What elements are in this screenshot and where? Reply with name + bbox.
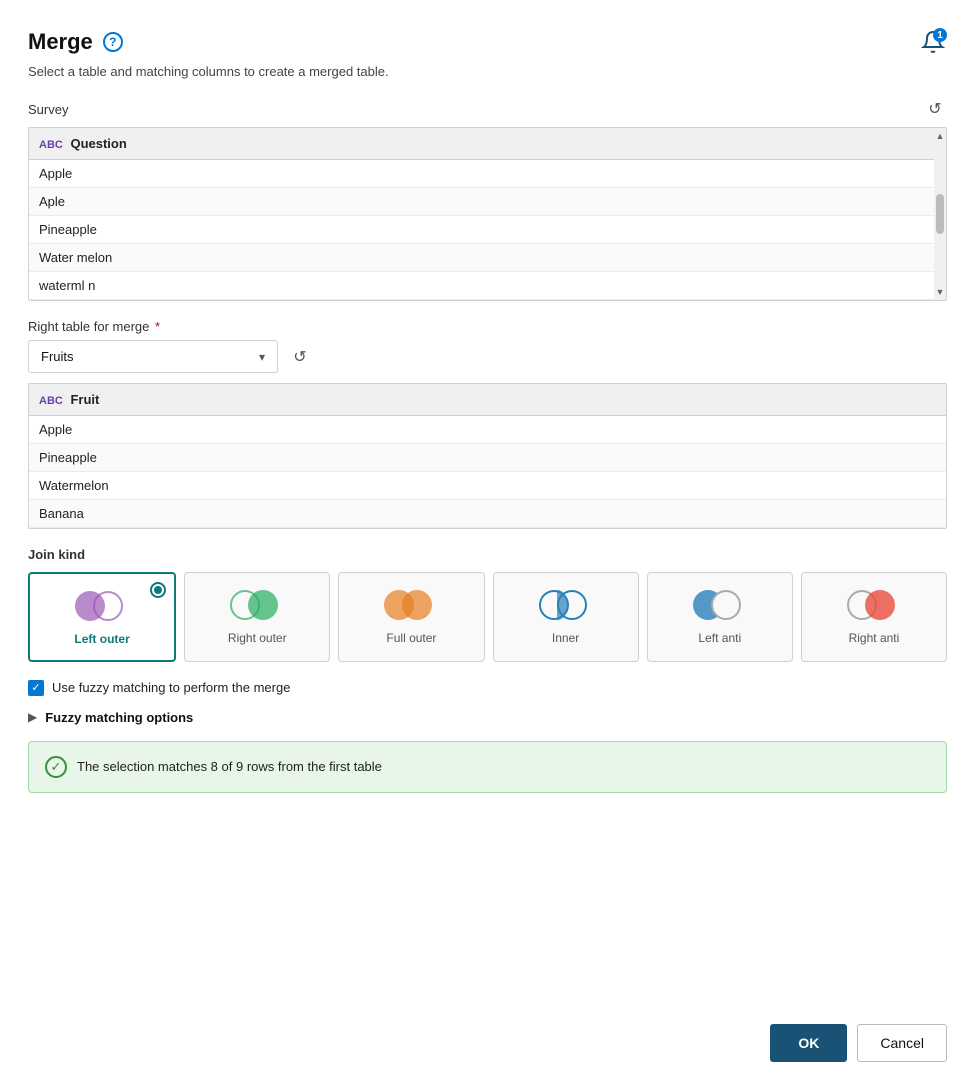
inner-venn <box>539 587 593 623</box>
table-row[interactable]: Water melon <box>29 244 946 272</box>
left-anti-venn <box>693 587 747 623</box>
required-marker: * <box>155 319 160 334</box>
right-anti-venn <box>847 587 901 623</box>
notification-icon[interactable]: 1 <box>919 28 947 56</box>
dialog-footer: OK Cancel <box>28 1014 947 1062</box>
la-right-circle <box>711 590 741 620</box>
scroll-up-arrow[interactable]: ▲ <box>934 130 946 142</box>
cancel-button[interactable]: Cancel <box>857 1024 947 1062</box>
chevron-down-icon: ▾ <box>259 350 265 364</box>
fuzzy-matching-row: ✓ Use fuzzy matching to perform the merg… <box>28 680 947 696</box>
survey-section-label: Survey ↺ <box>28 97 947 121</box>
table-row[interactable]: Banana <box>29 500 946 528</box>
table-row[interactable]: Pineapple <box>29 444 946 472</box>
ok-button[interactable]: OK <box>770 1024 847 1062</box>
survey-refresh-button[interactable]: ↺ <box>923 97 947 121</box>
join-card-right-outer[interactable]: Right outer <box>184 572 330 662</box>
notification-badge: 1 <box>933 28 947 42</box>
fruits-table: ABC Fruit ApplePineappleWatermelonBanana <box>29 384 946 528</box>
fuzzy-checkbox[interactable]: ✓ <box>28 680 44 696</box>
table-row[interactable]: Watermelon <box>29 472 946 500</box>
dialog-subtitle: Select a table and matching columns to c… <box>28 64 947 79</box>
join-card-left-anti[interactable]: Left anti <box>647 572 793 662</box>
fruits-col-icon: ABC <box>39 395 63 407</box>
survey-table-body: AppleAplePineappleWater melonwaterml n <box>29 160 946 300</box>
merge-dialog: Merge ? 1 Select a table and matching co… <box>0 0 975 1090</box>
join-card-right-anti-label: Right anti <box>849 631 900 647</box>
radio-selected-dot <box>150 582 166 598</box>
table-row[interactable]: Apple <box>29 160 946 188</box>
ra-right-circle <box>865 590 895 620</box>
table-row[interactable]: waterml n <box>29 272 946 300</box>
dialog-title: Merge <box>28 29 93 55</box>
survey-table-container: ABC Question AppleAplePineappleWater mel… <box>28 127 947 301</box>
fuzzy-options-row[interactable]: ▶ Fuzzy matching options <box>28 710 947 725</box>
table-row[interactable]: Aple <box>29 188 946 216</box>
survey-table: ABC Question AppleAplePineappleWater mel… <box>29 128 946 300</box>
survey-col-header: ABC Question <box>29 128 946 160</box>
fuzzy-label: Use fuzzy matching to perform the merge <box>52 680 290 695</box>
chevron-right-icon: ▶ <box>28 710 37 724</box>
help-icon[interactable]: ? <box>103 32 123 52</box>
join-card-full-outer-label: Full outer <box>386 631 436 647</box>
success-icon: ✓ <box>45 756 67 778</box>
join-card-left-anti-label: Left anti <box>698 631 741 647</box>
radio-inner-dot <box>154 586 162 594</box>
survey-scrollbar[interactable]: ▲ ▼ <box>934 128 946 300</box>
survey-col-icon: ABC <box>39 139 63 151</box>
success-banner: ✓ The selection matches 8 of 9 rows from… <box>28 741 947 793</box>
success-message: The selection matches 8 of 9 rows from t… <box>77 759 382 774</box>
right-table-dropdown[interactable]: Fruits ▾ <box>28 340 278 373</box>
table-row[interactable]: Apple <box>29 416 946 444</box>
fruits-col-header: ABC Fruit <box>29 384 946 416</box>
right-table-label: Right table for merge * <box>28 319 947 334</box>
full-outer-venn <box>384 587 438 623</box>
fruits-table-container: ABC Fruit ApplePineappleWatermelonBanana <box>28 383 947 529</box>
scroll-thumb[interactable] <box>936 194 944 234</box>
fruits-table-body: ApplePineappleWatermelonBanana <box>29 416 946 528</box>
survey-table-scroll[interactable]: ABC Question AppleAplePineappleWater mel… <box>29 128 946 300</box>
inner-circle-2 <box>557 590 587 620</box>
table-row[interactable]: Pineapple <box>29 216 946 244</box>
join-card-left-outer-label: Left outer <box>74 632 129 648</box>
join-card-full-outer[interactable]: Full outer <box>338 572 484 662</box>
ro-right-circle <box>248 590 278 620</box>
join-card-inner-label: Inner <box>552 631 579 647</box>
dialog-header: Merge ? 1 <box>28 28 947 56</box>
lo-right-circle <box>93 591 123 621</box>
join-card-inner[interactable]: Inner <box>493 572 639 662</box>
fo-right-circle <box>402 590 432 620</box>
join-kind-label: Join kind <box>28 547 947 562</box>
join-card-right-anti[interactable]: Right anti <box>801 572 947 662</box>
left-outer-venn <box>75 588 129 624</box>
right-table-refresh-button[interactable]: ↺ <box>288 345 312 369</box>
join-card-right-outer-label: Right outer <box>228 631 287 647</box>
fuzzy-options-label: Fuzzy matching options <box>45 710 193 725</box>
scroll-down-arrow[interactable]: ▼ <box>934 286 946 298</box>
right-table-dropdown-row: Fruits ▾ ↺ <box>28 340 947 373</box>
join-kind-cards: Left outer Right outer Full outer <box>28 572 947 662</box>
join-card-left-outer[interactable]: Left outer <box>28 572 176 662</box>
right-outer-venn <box>230 587 284 623</box>
